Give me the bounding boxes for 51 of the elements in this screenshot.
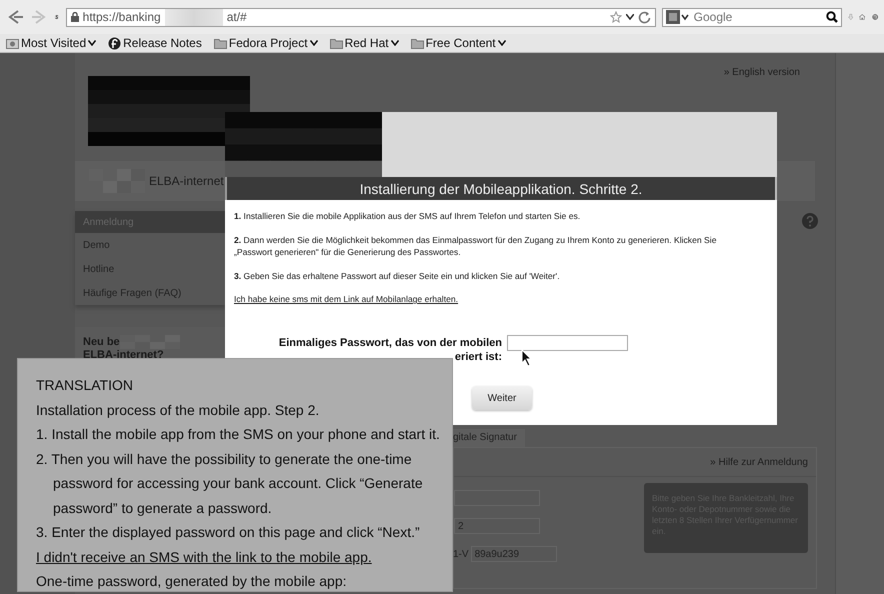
url-text: at/# xyxy=(226,10,247,24)
field-label: eriert ist: xyxy=(454,350,502,364)
forward-arrow-icon xyxy=(30,8,48,26)
search-engine-icon xyxy=(666,10,690,24)
field-label: Einmaliges Passwort, das von der mobilen xyxy=(278,336,502,350)
brand-name: ELBA-internet xyxy=(149,174,224,188)
reload-icon xyxy=(638,10,651,24)
help-icon xyxy=(802,213,818,229)
promo-text: ELBA-internet? xyxy=(83,349,164,361)
search-field[interactable]: Google xyxy=(662,8,842,26)
url-text: https://banking xyxy=(82,10,161,24)
bookmark-folder[interactable]: Red Hat xyxy=(330,36,399,50)
caret-icon xyxy=(626,14,634,20)
promo-text: Neu be xyxy=(83,336,120,348)
camera-icon xyxy=(6,36,19,50)
sms-link[interactable]: Ich habe keine sms mit dem Link auf Mobilanlage erhalten. xyxy=(234,294,458,304)
star-icon xyxy=(610,11,622,23)
caret-icon xyxy=(310,40,318,46)
lock-icon xyxy=(70,12,79,22)
blurred-block xyxy=(164,8,223,26)
bookmark[interactable]: Most Visited xyxy=(6,36,96,50)
translated-text: Installation process of the mobile app. Step 2. xyxy=(36,400,320,420)
folder-icon xyxy=(214,36,227,50)
help-link[interactable]: » Hilfe zur Anmeldung xyxy=(710,456,808,468)
translated-text: One-time password, generated by the mobile app: xyxy=(36,572,348,591)
search-input[interactable]: Google xyxy=(694,10,814,24)
instruction-text: 1. Installieren Sie die mobile Applikation aus der SMS auf Ihrem Telefon und starten Sie es. xyxy=(234,210,582,222)
input-field[interactable] xyxy=(454,490,540,506)
tab[interactable]: gitale Signatur xyxy=(453,429,525,447)
fedora-logo-icon xyxy=(108,36,122,50)
folder-icon xyxy=(330,36,343,50)
instruction-text: 3. Geben Sie das erhaltene Passwort auf dieser Seite ein und klicken Sie auf 'Weiter'. xyxy=(234,270,561,282)
dialog-title: Installierung der Mobileapplikation. Schritte 2. xyxy=(225,177,777,200)
caret-icon xyxy=(390,40,399,46)
bookmark-folder[interactable]: Free Content xyxy=(410,36,506,50)
folder-icon xyxy=(410,36,424,50)
caret-icon xyxy=(88,40,96,46)
translated-step: 3. Enter the displayed password on this page and click “Next.” xyxy=(36,520,452,544)
url-field[interactable]: https://banking at/# xyxy=(66,8,656,26)
search-icon xyxy=(826,11,838,23)
instruction-text: 2. Dann werden Sie die Möglichkeit bekommen das Einmalpasswort für den Zugang zu Ihrem Konto zu generieren. Klicken Sie „Passwort generieren" für die Generierung des Passwortes. xyxy=(234,234,718,258)
password-field[interactable] xyxy=(507,335,628,351)
bookmark[interactable]: Release Notes xyxy=(108,36,202,50)
next-button[interactable]: Weiter xyxy=(472,386,532,410)
caret-icon xyxy=(498,40,506,46)
mouse-cursor-icon xyxy=(521,349,533,367)
translation-heading: TRANSLATION xyxy=(36,376,134,395)
back-arrow-icon xyxy=(6,8,24,26)
bookmark-folder[interactable]: Fedora Project xyxy=(214,36,318,50)
translated-step: 1. Install the mobile app from the SMS on your phone and start it. xyxy=(36,422,452,446)
translated-step: 2. Then you will have the possibility to generate the one-time password for accessing your bank account. Click “Generate password” to generate a password. xyxy=(36,446,452,520)
